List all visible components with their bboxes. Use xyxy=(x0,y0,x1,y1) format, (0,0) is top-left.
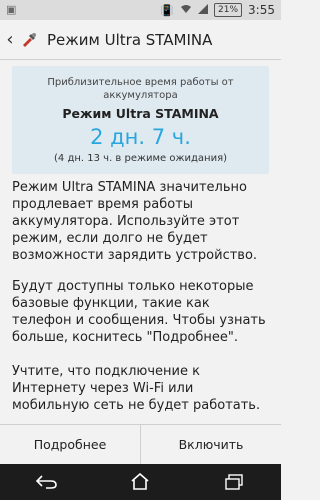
page-title: Режим Ultra STAMINA xyxy=(47,30,213,49)
mode-name: Режим Ultra STAMINA xyxy=(62,106,219,121)
description-paragraph-1: Режим Ultra STAMINA значительно продлева… xyxy=(12,180,258,263)
battery-indicator: 21% xyxy=(214,3,243,17)
main-content: Приблизительное время работы от аккумуля… xyxy=(0,60,281,424)
back-chevron-icon[interactable]: ‹ xyxy=(3,29,17,50)
wifi-icon xyxy=(180,4,192,17)
notification-icon: ▣ xyxy=(6,3,17,16)
more-button[interactable]: Подробнее xyxy=(0,425,140,464)
home-icon[interactable] xyxy=(110,464,170,500)
action-bar: ‹ Режим Ultra STAMINA xyxy=(0,20,281,60)
toolbox-icon[interactable] xyxy=(19,30,39,50)
navigation-bar xyxy=(0,464,281,500)
description-paragraph-2: Будут доступны только некоторые базовые … xyxy=(12,279,266,345)
signal-icon xyxy=(198,3,209,17)
status-time: 3:55 xyxy=(248,3,275,17)
status-left: ▣ xyxy=(6,3,16,16)
battery-estimate-card: Приблизительное время работы от аккумуля… xyxy=(12,66,269,174)
estimate-caption: Приблизительное время работы от аккумуля… xyxy=(47,77,234,101)
enable-button[interactable]: Включить xyxy=(141,425,281,464)
description-paragraph-3: Учтите, что подключение к Интернету чере… xyxy=(12,364,261,413)
standby-time: (4 дн. 13 ч. в режиме ожидания) xyxy=(54,153,227,164)
recent-apps-icon[interactable] xyxy=(204,464,264,500)
status-bar: ▣ 📳 21% 3:55 xyxy=(0,0,281,20)
button-bar: Подробнее Включить xyxy=(0,424,281,464)
back-icon[interactable] xyxy=(17,464,77,500)
time-remaining: 2 дн. 7 ч. xyxy=(90,125,191,149)
vibrate-icon: 📳 xyxy=(160,3,175,17)
